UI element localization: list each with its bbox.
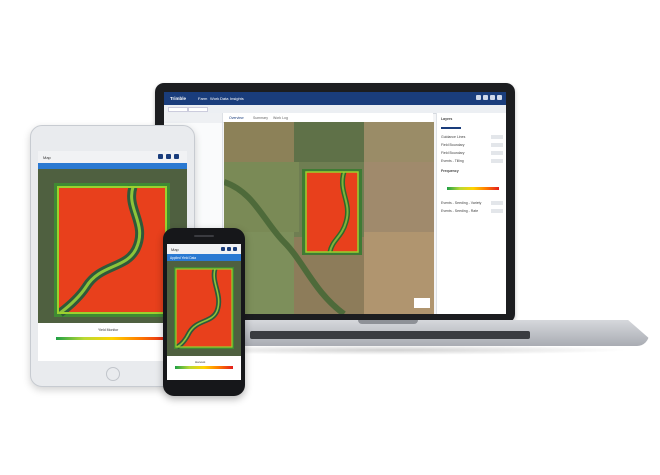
layer-label: Guidance Lines (441, 135, 466, 139)
layer-toggle[interactable] (491, 151, 503, 155)
layer-toggle[interactable] (491, 135, 503, 139)
legend-gradient (175, 366, 233, 369)
add-icon[interactable] (174, 154, 179, 159)
phone-speaker (194, 235, 214, 237)
search-icon[interactable] (158, 154, 163, 159)
account-icon[interactable] (497, 95, 502, 100)
layer-row[interactable]: Events - Tilling (441, 159, 503, 165)
phone-app-bar: Map (167, 244, 241, 254)
layer-row[interactable]: Events - Seeding - Rate (441, 209, 503, 215)
laptop-keyboard (250, 331, 530, 339)
search-icon[interactable] (221, 247, 225, 251)
panel-title: Layers (441, 117, 453, 121)
panel-tab-indicator (441, 127, 461, 129)
org-selector[interactable] (168, 107, 188, 112)
sidebar-item[interactable] (164, 113, 222, 123)
phone-screen: Map Applied Yield Data Harvest (167, 244, 241, 380)
layer-toggle[interactable] (491, 159, 503, 163)
nav-item-data[interactable]: Data (220, 96, 228, 101)
tab-work-log[interactable]: Work Log (273, 116, 288, 120)
layer-row[interactable]: Field Boundary (441, 151, 503, 157)
layer-label: Events - Tilling (441, 159, 464, 163)
nav-item-farm[interactable]: Farm (198, 96, 207, 101)
legend-label: Yield Monitor (98, 328, 119, 332)
help-icon[interactable] (476, 95, 481, 100)
layer-label: Frequency (441, 169, 459, 173)
legend-label: Harvest (195, 360, 206, 364)
farm-selector[interactable] (188, 107, 208, 112)
brand-logo: Trimble (170, 96, 187, 101)
layer-toggle[interactable] (491, 209, 503, 213)
settings-icon[interactable] (490, 95, 495, 100)
field-map[interactable] (224, 122, 434, 314)
layer-row[interactable]: Guidance Lines (441, 135, 503, 141)
layers-icon[interactable] (227, 247, 231, 251)
satellite-imagery (224, 122, 434, 314)
laptop-notch (358, 320, 418, 324)
layers-panel: Layers Guidance Lines Field Boundary Fie… (436, 113, 506, 314)
phone-status-strip: Applied Yield Data (167, 254, 241, 261)
phone-legend: Harvest (167, 356, 241, 380)
tablet-title: Map (43, 155, 51, 160)
layers-icon[interactable] (166, 154, 171, 159)
nav-item-insights[interactable]: Insights (230, 96, 244, 101)
layer-label: Events - Seeding - Variety (441, 201, 482, 205)
layer-label: Field Boundary (441, 151, 465, 155)
header-icons (474, 95, 502, 101)
layer-toggle[interactable] (491, 143, 503, 147)
layer-row[interactable]: Field Boundary (441, 143, 503, 149)
notification-icon[interactable] (483, 95, 488, 100)
phone-field-map[interactable] (167, 261, 241, 356)
layer-label: Field Boundary (441, 143, 465, 147)
tab-summary[interactable]: Summary (253, 116, 268, 120)
layer-row[interactable]: Frequency (441, 169, 503, 175)
layer-label: Events - Seeding - Rate (441, 209, 479, 213)
legend-gradient (56, 337, 168, 340)
layer-toggle[interactable] (491, 201, 503, 205)
strip-label: Applied Yield Data (170, 255, 197, 260)
home-button[interactable] (106, 367, 120, 381)
phone: Map Applied Yield Data Harvest (163, 228, 245, 396)
layer-row[interactable]: Events - Seeding - Variety (441, 201, 503, 207)
tab-overview[interactable]: Overview (229, 116, 244, 120)
add-icon[interactable] (233, 247, 237, 251)
phone-yield-map (167, 261, 241, 356)
app-header: Trimble Farm Work Data Insights (164, 92, 506, 105)
legend-gradient (447, 187, 499, 190)
nav-item-work[interactable]: Work (210, 96, 219, 101)
phone-title: Map (171, 247, 179, 252)
